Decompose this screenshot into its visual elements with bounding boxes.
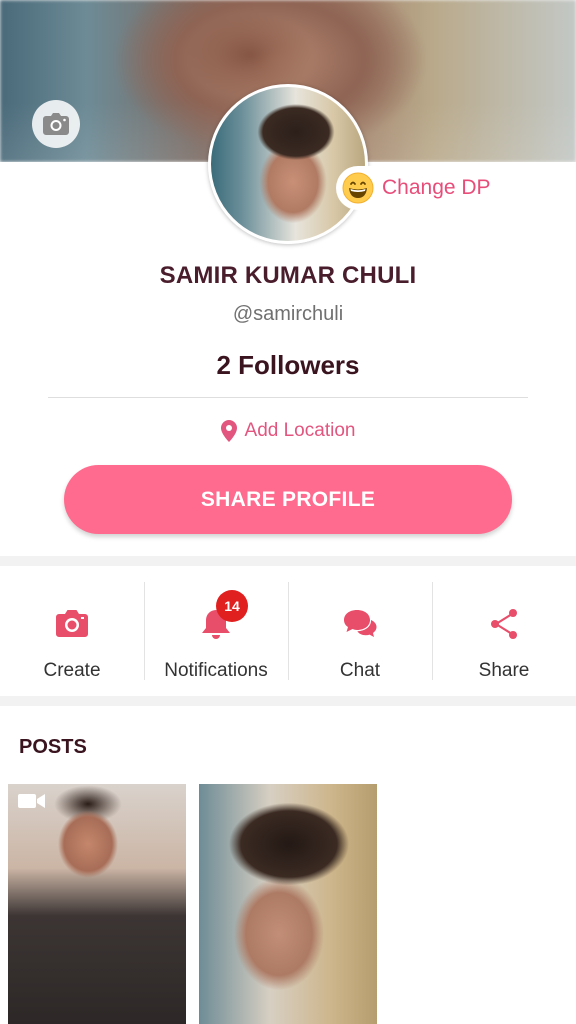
notification-badge: 14 bbox=[216, 590, 248, 622]
change-dp-button[interactable]: Change DP bbox=[336, 166, 509, 210]
add-location-label: Add Location bbox=[244, 420, 356, 441]
grinning-emoji-icon bbox=[342, 172, 374, 204]
posts-title: POSTS bbox=[19, 736, 87, 758]
video-camera-icon bbox=[18, 794, 45, 808]
location-pin-icon bbox=[220, 420, 237, 442]
add-location-button[interactable]: Add Location bbox=[0, 420, 576, 442]
notifications-label: Notifications bbox=[164, 660, 268, 681]
create-button[interactable]: Create bbox=[0, 566, 144, 696]
post-thumbnail[interactable] bbox=[199, 784, 377, 1024]
camera-icon bbox=[56, 610, 88, 637]
create-label: Create bbox=[43, 660, 101, 681]
profile-name: SAMIR KUMAR CHULI bbox=[159, 262, 417, 289]
notifications-button[interactable]: 14 Notifications bbox=[144, 566, 288, 696]
share-button[interactable]: Share bbox=[432, 566, 576, 696]
chat-label: Chat bbox=[339, 660, 381, 681]
share-label: Share bbox=[478, 660, 530, 681]
avatar[interactable] bbox=[208, 84, 368, 244]
posts-section: POSTS bbox=[0, 706, 576, 1024]
post-thumbnail[interactable] bbox=[8, 784, 186, 1024]
divider bbox=[48, 397, 528, 398]
share-profile-button[interactable]: SHARE PROFILE bbox=[64, 465, 512, 534]
action-bar: Create 14 Notifications Chat Share bbox=[0, 566, 576, 696]
camera-icon bbox=[43, 113, 69, 135]
chat-button[interactable]: Chat bbox=[288, 566, 432, 696]
profile-handle: @samirchuli bbox=[232, 303, 344, 325]
share-icon bbox=[491, 609, 517, 639]
change-cover-button[interactable] bbox=[32, 100, 80, 148]
chat-bubbles-icon bbox=[344, 610, 377, 637]
change-dp-label: Change DP bbox=[382, 176, 491, 199]
followers-count[interactable]: 2 Followers bbox=[0, 350, 576, 381]
